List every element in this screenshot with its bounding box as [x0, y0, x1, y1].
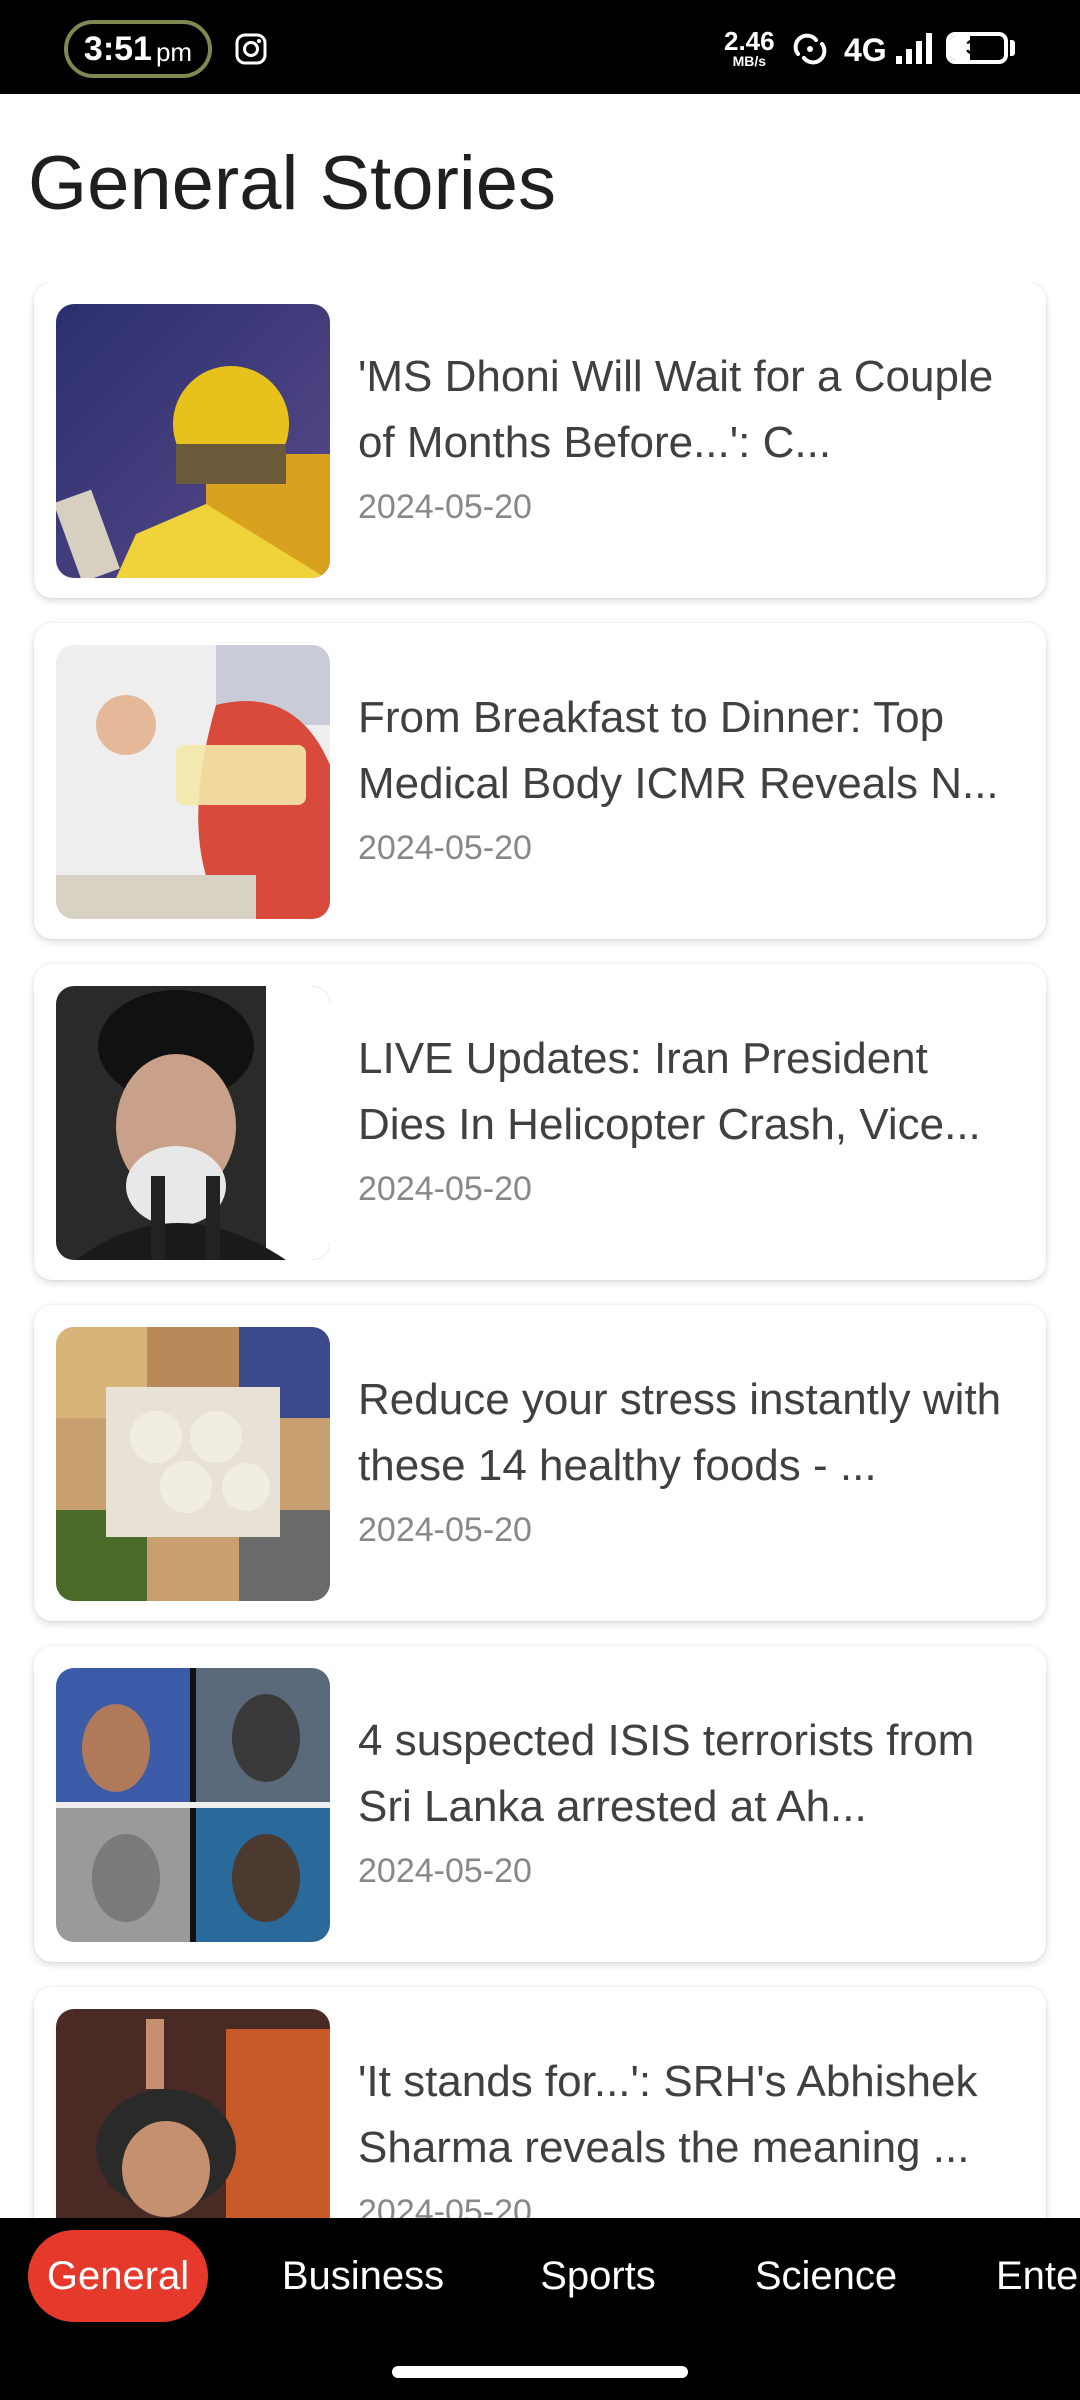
network-type: 4G: [844, 32, 887, 68]
article-title[interactable]: From Breakfast to Dinner: Top Medical Bo…: [358, 685, 1026, 817]
article-card[interactable]: LIVE Updates: Iran President Dies In Hel…: [34, 964, 1046, 1280]
network-speed-unit: MB/s: [732, 53, 767, 69]
clock-time: 3:51: [83, 29, 152, 68]
article-card[interactable]: 'It stands for...': SRH's Abhishek Sharm…: [34, 1987, 1046, 2218]
article-title[interactable]: LIVE Updates: Iran President Dies In Hel…: [358, 1026, 1026, 1158]
article-card[interactable]: 4 suspected ISIS terrorists from Sri Lan…: [34, 1646, 1046, 1962]
article-thumbnail[interactable]: [56, 304, 330, 578]
battery-level: 37: [965, 36, 989, 59]
battery-icon: 37: [946, 32, 1008, 64]
article-list[interactable]: 'MS Dhoni Will Wait for a Couple of Mont…: [0, 282, 1080, 2218]
signal-icon: [894, 30, 936, 71]
article-card[interactable]: Reduce your stress instantly with these …: [34, 1305, 1046, 1621]
tab-general[interactable]: General: [28, 2230, 208, 2322]
article-title[interactable]: Reduce your stress instantly with these …: [358, 1367, 1026, 1499]
article-thumbnail[interactable]: [56, 986, 330, 1260]
article-thumbnail[interactable]: [56, 1668, 330, 1942]
article-date: 2024-05-20: [358, 2193, 532, 2218]
article-title[interactable]: 4 suspected ISIS terrorists from Sri Lan…: [358, 1708, 1026, 1840]
tab-sports[interactable]: Sports: [520, 2230, 676, 2322]
instagram-icon: [234, 32, 268, 71]
clock-ampm: pm: [155, 36, 193, 67]
tab-science[interactable]: Science: [738, 2230, 914, 2322]
article-card[interactable]: From Breakfast to Dinner: Top Medical Bo…: [34, 623, 1046, 939]
tab-business[interactable]: Business: [262, 2230, 464, 2322]
article-date: 2024-05-20: [358, 1852, 532, 1890]
article-title[interactable]: 'It stands for...': SRH's Abhishek Sharm…: [358, 2049, 1026, 2181]
network-speed-value: 2.46: [724, 26, 775, 56]
article-title[interactable]: 'MS Dhoni Will Wait for a Couple of Mont…: [358, 344, 1026, 476]
sync-icon: [790, 32, 830, 71]
status-bar: 3:51 pm 2.46 MB/s 4G 37: [0, 0, 1080, 94]
clock-pill: 3:51 pm: [64, 20, 212, 78]
article-date: 2024-05-20: [358, 829, 532, 867]
article-thumbnail[interactable]: [56, 1327, 330, 1601]
article-thumbnail[interactable]: [56, 645, 330, 919]
article-date: 2024-05-20: [358, 488, 532, 526]
page-title: General Stories: [28, 141, 557, 226]
article-date: 2024-05-20: [358, 1170, 532, 1208]
article-thumbnail[interactable]: [56, 2009, 330, 2218]
battery-tip: [1010, 40, 1015, 56]
home-indicator[interactable]: [392, 2366, 688, 2378]
network-speed: 2.46 MB/s: [724, 28, 775, 68]
article-card[interactable]: 'MS Dhoni Will Wait for a Couple of Mont…: [34, 282, 1046, 598]
tab-entertainment[interactable]: Enter: [982, 2230, 1080, 2322]
article-date: 2024-05-20: [358, 1511, 532, 1549]
